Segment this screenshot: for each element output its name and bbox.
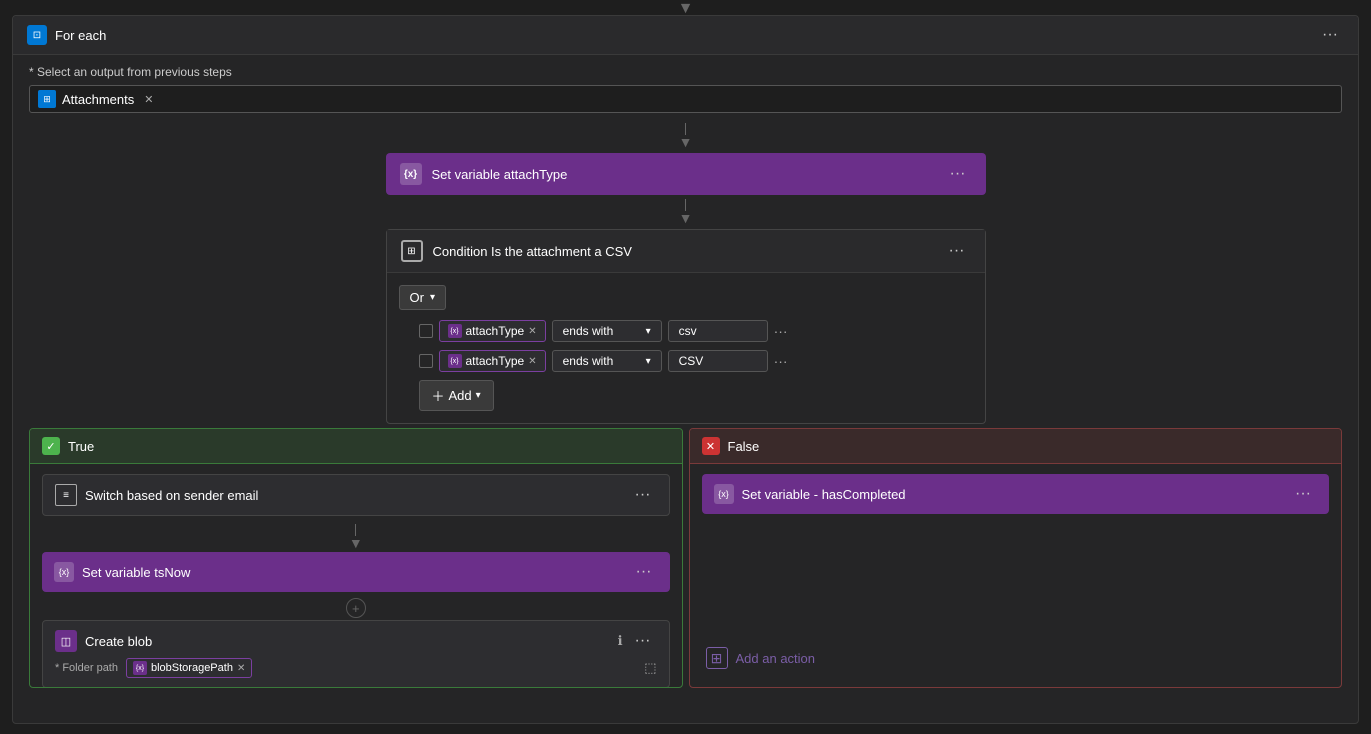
switch-icon: ≡ bbox=[55, 484, 77, 506]
foreach-icon: ⊡ bbox=[27, 25, 47, 45]
blob-chip-close-icon[interactable]: ✕ bbox=[237, 663, 245, 674]
hascompleted-label: Set variable - hasCompleted bbox=[742, 487, 906, 502]
chip2-close-icon[interactable]: ✕ bbox=[528, 356, 536, 367]
blob-info-icon[interactable]: ℹ bbox=[618, 633, 623, 649]
chevron-down-icon: ▾ bbox=[430, 292, 435, 303]
chip1-icon: {x} bbox=[448, 324, 462, 338]
row1-operator-label: ends with bbox=[563, 324, 614, 338]
condition-row-2: {x} attachType ✕ ends with ▾ CSV ··· bbox=[419, 350, 973, 372]
foreach-body: * Select an output from previous steps ⊞… bbox=[13, 55, 1358, 119]
condition-body: Or ▾ {x} attachType ✕ ends with bbox=[387, 273, 985, 423]
row2-chevron-icon: ▾ bbox=[646, 356, 651, 367]
attachment-tag-label: Attachments bbox=[62, 92, 134, 107]
false-panel-header: ✕ False bbox=[690, 429, 1342, 464]
attachment-field: ⊞ Attachments ✕ bbox=[29, 85, 1342, 113]
blob-chip-label: blobStoragePath bbox=[151, 662, 233, 674]
plus-connector[interactable]: + bbox=[42, 598, 670, 618]
hascompleted-icon: {x} bbox=[714, 484, 734, 504]
switch-action-block[interactable]: ≡ Switch based on sender email ··· bbox=[42, 474, 670, 516]
set-var-hascompleted-block[interactable]: {x} Set variable - hasCompleted ··· bbox=[702, 474, 1330, 514]
chip1-close-icon[interactable]: ✕ bbox=[528, 326, 536, 337]
row1-ellipsis[interactable]: ··· bbox=[774, 323, 788, 339]
flow-content: ▼ {x} Set variable attachType ··· ▼ ⊞ bbox=[13, 119, 1358, 688]
blob-label: Create blob bbox=[85, 634, 152, 649]
arrow-3: ▼ bbox=[42, 524, 670, 550]
add-action-link[interactable]: ⊞ Add an action bbox=[702, 639, 1330, 677]
condition-menu-button[interactable]: ··· bbox=[943, 240, 971, 262]
plus-icon: ＋ bbox=[432, 386, 445, 405]
set-variable-label: Set variable attachType bbox=[432, 167, 568, 182]
row2-operator-label: ends with bbox=[563, 354, 614, 368]
chip2-icon: {x} bbox=[448, 354, 462, 368]
panels-row: ✓ True ≡ Switch based on sender email ··… bbox=[29, 428, 1342, 688]
false-label: False bbox=[728, 439, 760, 454]
folder-path-label: * Folder path bbox=[55, 662, 118, 674]
switch-label: Switch based on sender email bbox=[85, 488, 258, 503]
condition-block: ⊞ Condition Is the attachment a CSV ··· … bbox=[386, 229, 986, 424]
true-panel-header: ✓ True bbox=[30, 429, 682, 464]
condition-icon: ⊞ bbox=[401, 240, 423, 262]
row2-ellipsis[interactable]: ··· bbox=[774, 353, 788, 369]
row2-operator-dropdown[interactable]: ends with ▾ bbox=[552, 350, 662, 372]
foreach-menu-button[interactable]: ··· bbox=[1316, 24, 1344, 46]
false-panel-body: {x} Set variable - hasCompleted ··· ⊞ Ad… bbox=[690, 464, 1342, 687]
set-var-tsnow-block[interactable]: {x} Set variable tsNow ··· bbox=[42, 552, 670, 592]
foreach-header: ⊡ For each ··· bbox=[13, 16, 1358, 55]
add-chevron-icon: ▾ bbox=[476, 390, 481, 401]
blob-menu-button[interactable]: ··· bbox=[629, 630, 657, 652]
row1-chevron-icon: ▾ bbox=[646, 326, 651, 337]
tsnow-label: Set variable tsNow bbox=[82, 565, 190, 580]
blob-chip-icon: {x} bbox=[133, 661, 147, 675]
condition-label: Condition Is the attachment a CSV bbox=[433, 244, 632, 259]
blob-icon: ◫ bbox=[55, 630, 77, 652]
operator-dropdown[interactable]: Or ▾ bbox=[399, 285, 446, 310]
condition-row-1: {x} attachType ✕ ends with ▾ csv ··· bbox=[419, 320, 973, 342]
true-panel-body: ≡ Switch based on sender email ··· ▼ bbox=[30, 464, 682, 687]
add-action-icon: ⊞ bbox=[706, 647, 728, 669]
create-blob-block[interactable]: ◫ Create blob ℹ ··· * Folder path bbox=[42, 620, 670, 687]
blob-expand-icon[interactable]: ⬚ bbox=[644, 660, 656, 676]
row1-value[interactable]: csv bbox=[668, 320, 768, 342]
flow-canvas: ▼ ⊡ For each ··· * Select an output from… bbox=[0, 0, 1371, 734]
set-variable-block[interactable]: {x} Set variable attachType ··· bbox=[386, 153, 986, 195]
switch-menu-button[interactable]: ··· bbox=[629, 484, 657, 506]
condition-header: ⊞ Condition Is the attachment a CSV ··· bbox=[387, 230, 985, 273]
select-output-label: * Select an output from previous steps bbox=[29, 65, 1342, 79]
set-variable-icon: {x} bbox=[400, 163, 422, 185]
tsnow-menu-button[interactable]: ··· bbox=[630, 561, 658, 583]
true-badge: ✓ bbox=[42, 437, 60, 455]
arrow-2: ▼ bbox=[679, 199, 693, 225]
row2-value[interactable]: CSV bbox=[668, 350, 768, 372]
foreach-title: For each bbox=[55, 28, 106, 43]
true-label: True bbox=[68, 439, 94, 454]
add-action-label: Add an action bbox=[736, 651, 816, 666]
add-label: Add bbox=[449, 388, 472, 403]
row2-chip[interactable]: {x} attachType ✕ bbox=[439, 350, 546, 372]
chip1-label: attachType bbox=[466, 324, 525, 338]
attachment-icon: ⊞ bbox=[38, 90, 56, 108]
row1-checkbox[interactable] bbox=[419, 324, 433, 338]
blob-path-chip[interactable]: {x} blobStoragePath ✕ bbox=[126, 658, 252, 678]
hascompleted-menu-button[interactable]: ··· bbox=[1289, 483, 1317, 505]
foreach-container: ⊡ For each ··· * Select an output from p… bbox=[12, 15, 1359, 724]
row1-chip[interactable]: {x} attachType ✕ bbox=[439, 320, 546, 342]
row1-operator-dropdown[interactable]: ends with ▾ bbox=[552, 320, 662, 342]
true-panel: ✓ True ≡ Switch based on sender email ··… bbox=[29, 428, 683, 688]
row2-checkbox[interactable] bbox=[419, 354, 433, 368]
attachment-close-icon[interactable]: ✕ bbox=[144, 93, 153, 106]
tsnow-icon: {x} bbox=[54, 562, 74, 582]
arrow-1: ▼ bbox=[679, 123, 693, 149]
set-variable-menu-button[interactable]: ··· bbox=[944, 163, 972, 185]
false-panel: ✕ False {x} Set variable - hasCompleted … bbox=[689, 428, 1343, 688]
operator-label: Or bbox=[410, 290, 424, 305]
false-badge: ✕ bbox=[702, 437, 720, 455]
add-condition-button[interactable]: ＋ Add ▾ bbox=[419, 380, 494, 411]
chip2-label: attachType bbox=[466, 354, 525, 368]
